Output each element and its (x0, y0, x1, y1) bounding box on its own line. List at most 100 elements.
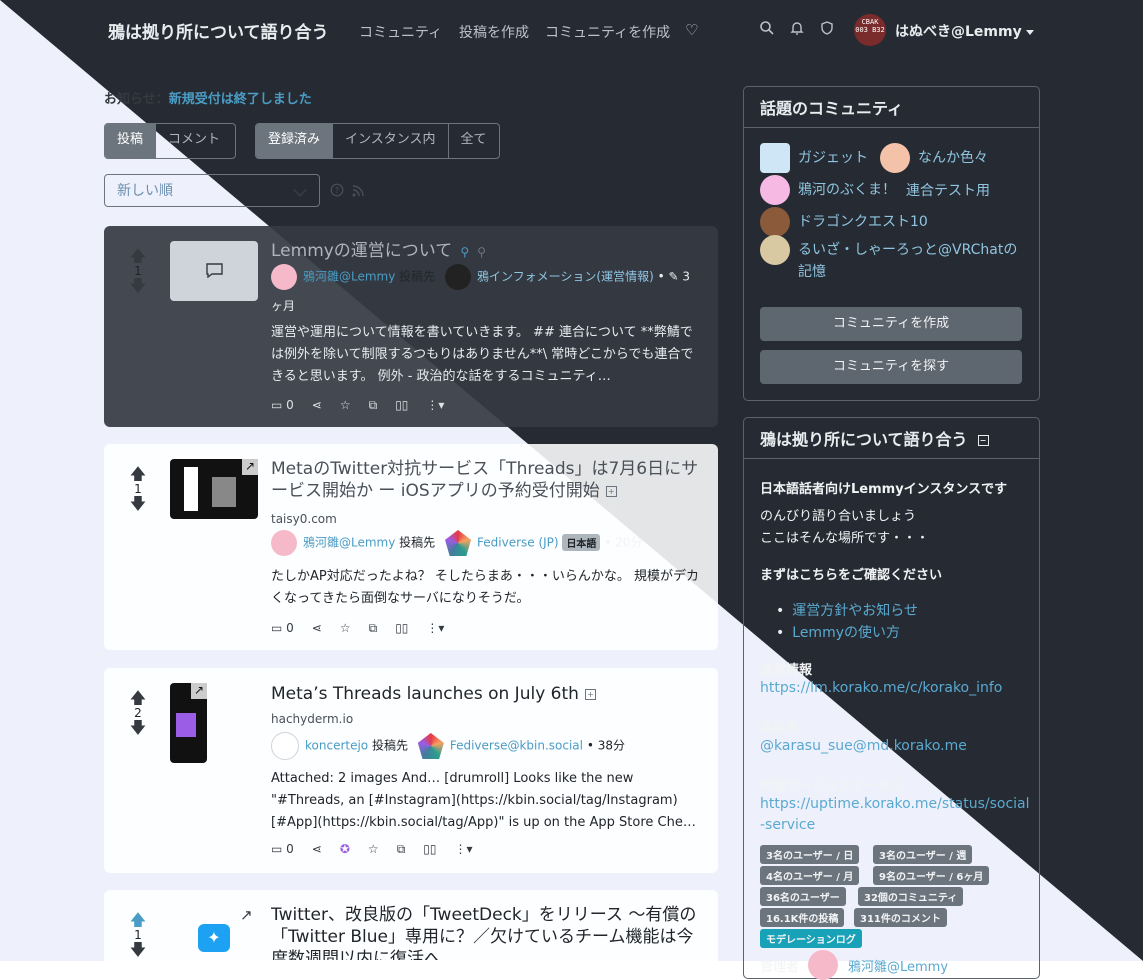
creator-link[interactable]: 鴉河雛@Lemmy (303, 536, 395, 550)
toggle-all[interactable]: 全て (449, 124, 499, 158)
site-info-header: 鴉は拠り所について語り合う − (744, 418, 1039, 459)
downvote-arrow-icon[interactable]: 🡇 (126, 278, 150, 294)
announcement-link[interactable]: 新規受付は終了しました (169, 92, 312, 107)
lemmy-howto-link[interactable]: Lemmyの使い方 (776, 622, 900, 642)
expand-icon[interactable]: + (605, 485, 617, 497)
toggle-comments[interactable]: コメント (156, 124, 235, 158)
upvote-arrow-icon[interactable]: 🡅 (126, 912, 150, 928)
fediverse-small-icon[interactable]: ✪ (340, 842, 350, 857)
create-community-button[interactable]: コミュニティを作成 (760, 307, 1022, 341)
post-thumbnail[interactable]: ↗ (170, 683, 207, 763)
post-title[interactable]: Twitter、改良版の「TweetDeck」をリリース 〜有償の「Twitte… (271, 904, 701, 960)
trending-community[interactable]: なんか色々 (880, 143, 988, 173)
upvote-arrow-icon[interactable]: 🡅 (126, 690, 150, 706)
trending-community[interactable]: ドラゴンクエスト10 (760, 207, 928, 237)
username-label: はぬべき@Lemmy (895, 24, 1022, 40)
contact-link[interactable]: @karasu_sue@md.korako.me (760, 738, 967, 754)
admin-link[interactable]: 鴉河雛@Lemmy (848, 956, 948, 975)
creator-link[interactable]: 鴉河雛@Lemmy (303, 270, 395, 284)
star-icon[interactable]: ☆ (368, 842, 379, 857)
star-icon[interactable]: ☆ (340, 398, 351, 413)
help-icon[interactable]: ? (330, 183, 344, 197)
twitter-logo-icon[interactable]: ✦ (198, 924, 230, 952)
status-link[interactable]: https://uptime.korako.me/status/social (760, 796, 1030, 812)
announcement: お知らせ：新規受付は終了しました (104, 88, 312, 107)
post-title[interactable]: Meta’s Threads launches on July 6th + (271, 683, 596, 705)
explore-communities-button[interactable]: コミュニティを探す (760, 350, 1022, 384)
share-icon[interactable]: ⋖ (312, 398, 322, 413)
collapse-icon[interactable]: − (977, 435, 989, 446)
stat-badge: 16.1K件の投稿 (760, 908, 845, 927)
creator-avatar[interactable] (271, 530, 297, 556)
downvote-arrow-icon[interactable]: 🡇 (126, 496, 150, 512)
more-options-icon[interactable]: ⋮▾ (426, 621, 444, 636)
rss-icon[interactable] (352, 185, 364, 197)
upvote-arrow-icon[interactable]: 🡅 (126, 466, 150, 482)
nav-communities[interactable]: コミュニティ (359, 22, 442, 42)
upvote-arrow-icon[interactable]: 🡅 (126, 248, 150, 264)
book-icon[interactable]: ▯▯ (423, 842, 436, 857)
search-icon[interactable] (759, 20, 775, 36)
post-time: 20分 (615, 535, 643, 550)
trending-community-label: ドラゴンクエスト10 (798, 214, 928, 230)
community-link[interactable]: Fediverse (JP) (477, 536, 559, 550)
policy-link[interactable]: 運営方針やお知らせ (776, 600, 918, 620)
bell-icon[interactable] (789, 20, 805, 36)
trending-community[interactable]: ガジェット (760, 143, 868, 173)
posted-in-label: 投稿先 (399, 535, 436, 550)
copy-icon[interactable]: ⧉ (369, 621, 378, 636)
post-title[interactable]: Lemmyの運営について ⚲ ⚲ (271, 240, 486, 263)
post-domain[interactable]: hachyderm.io (271, 712, 353, 726)
community-link[interactable]: 鴉インフォメーション(運営情報) (477, 270, 654, 284)
post-domain[interactable]: taisy0.com (271, 512, 337, 526)
comments-button[interactable]: ▭ 0 (271, 621, 294, 636)
user-avatar[interactable]: CBAK 003 B32 (854, 14, 886, 46)
creator-avatar[interactable] (271, 264, 297, 290)
book-icon[interactable]: ▯▯ (395, 398, 408, 413)
nav-create-community[interactable]: コミュニティを作成 (545, 22, 670, 42)
post-title-text: Twitter、改良版の「TweetDeck」をリリース 〜有償の「Twitte… (271, 905, 697, 960)
post-time: 3 (682, 269, 691, 284)
expand-icon[interactable]: + (584, 688, 596, 700)
community-link[interactable]: Fediverse@kbin.social (450, 739, 583, 753)
star-icon[interactable]: ☆ (340, 621, 351, 636)
comments-button[interactable]: ▭ 0 (271, 398, 294, 413)
trending-community[interactable]: 連合テスト用 (906, 180, 990, 200)
copy-icon[interactable]: ⧉ (369, 398, 378, 413)
creator-link[interactable]: koncertejo (305, 739, 368, 753)
admin-avatar[interactable] (808, 950, 838, 980)
post-thumbnail[interactable]: ↗ (170, 459, 258, 519)
external-link-icon[interactable]: ↗ (240, 906, 253, 924)
downvote-arrow-icon[interactable]: 🡇 (126, 720, 150, 736)
toggle-local[interactable]: インスタンス内 (333, 124, 449, 158)
comments-button[interactable]: ▭ 0 (271, 842, 294, 857)
nav-create-post[interactable]: 投稿を作成 (459, 22, 529, 42)
status-link-cont[interactable]: -service (760, 817, 815, 833)
vote-box: 🡅 2 🡇 (126, 690, 150, 736)
more-options-icon[interactable]: ⋮▾ (454, 842, 472, 857)
modlog-button[interactable]: モデレーションログ (760, 929, 862, 948)
donate-heart-icon[interactable]: ♡ (685, 21, 698, 39)
trending-community[interactable]: 鴉河のぶくま！ (760, 175, 896, 205)
site-brand[interactable]: 鴉は拠り所について語り合う (108, 18, 329, 43)
shield-icon[interactable] (819, 20, 835, 36)
thumbnail-shape (212, 477, 236, 507)
sort-select[interactable]: 新しい順 (104, 174, 320, 207)
creator-avatar[interactable] (271, 732, 299, 760)
site-desc-1: のんびり語り合いましょう (760, 509, 917, 524)
ops-link[interactable]: https://lm.korako.me/c/korako_info (760, 680, 1002, 696)
downvote-arrow-icon[interactable]: 🡇 (126, 942, 150, 958)
toggle-posts[interactable]: 投稿 (105, 124, 157, 158)
share-icon[interactable]: ⋖ (312, 621, 322, 636)
user-menu[interactable]: はぬべき@Lemmy (895, 21, 1034, 41)
post-title[interactable]: MetaのTwitter対抗サービス「Threads」は7月6日にサービス開始か… (271, 458, 701, 502)
more-options-icon[interactable]: ⋮▾ (426, 398, 444, 413)
text-post-thumbnail[interactable] (170, 241, 258, 301)
copy-icon[interactable]: ⧉ (397, 842, 406, 857)
post-title-text: Lemmyの運営について (271, 241, 453, 261)
trending-community[interactable]: るいざ・しゃーろっと@VRChatの記憶 (760, 235, 1030, 283)
post-body: たしかAP対応だったよね？ そしたらまあ・・・いらんかな。 規模がデカくなってき… (271, 569, 699, 606)
toggle-subscribed[interactable]: 登録済み (256, 124, 334, 158)
book-icon[interactable]: ▯▯ (395, 621, 408, 636)
share-icon[interactable]: ⋖ (312, 842, 322, 857)
